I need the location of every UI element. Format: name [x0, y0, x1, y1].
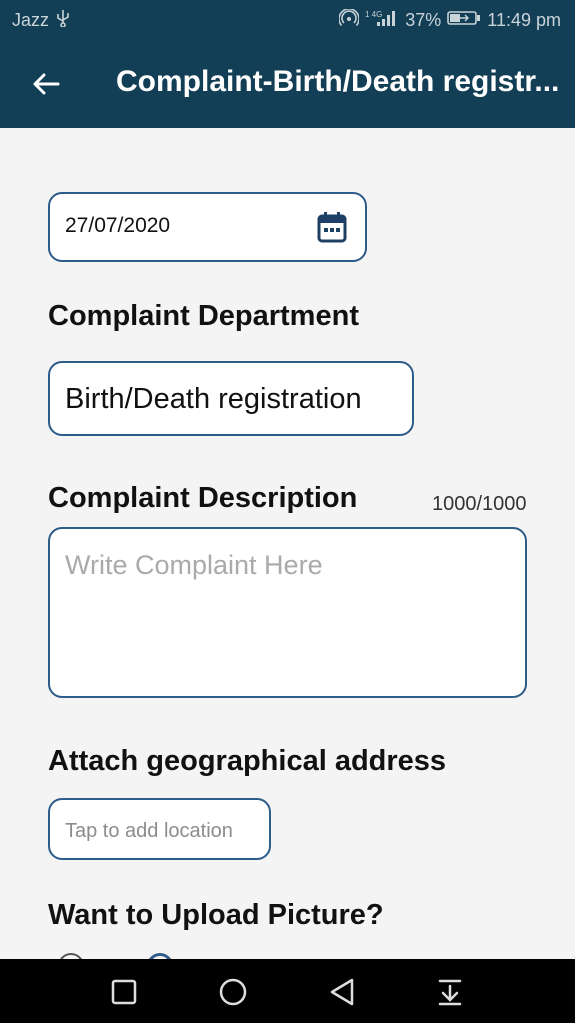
app-bar: Complaint-Birth/Death registr... — [0, 40, 575, 128]
date-picker-field[interactable]: 27/07/2020 — [48, 192, 367, 262]
arrow-left-icon — [33, 73, 60, 95]
notification-pull-button[interactable] — [433, 975, 467, 1009]
usb-icon — [55, 9, 71, 32]
system-nav-bar — [0, 959, 575, 1023]
add-location-label: Tap to add location — [65, 820, 233, 842]
description-placeholder: Write Complaint Here — [65, 550, 323, 580]
status-bar: Jazz 1 4G 37% 11:49 pm — [0, 0, 575, 40]
description-counter: 1000/1000 — [432, 493, 527, 515]
add-location-button[interactable]: Tap to add location — [48, 798, 271, 860]
svg-text:1 4G: 1 4G — [365, 10, 382, 19]
clock: 11:49 pm — [487, 10, 561, 30]
complaint-form: 27/07/2020 Complaint Department Birth/De… — [0, 128, 575, 979]
back-nav-button[interactable] — [325, 975, 359, 1009]
battery-percent: 37% — [405, 10, 442, 30]
carrier-name: Jazz — [12, 10, 50, 30]
square-icon — [111, 979, 137, 1005]
page-title: Complaint-Birth/Death registr... — [116, 65, 560, 98]
circle-icon — [219, 978, 247, 1006]
department-value: Birth/Death registration — [65, 383, 362, 415]
calendar-icon[interactable] — [317, 211, 347, 243]
recent-apps-button[interactable] — [107, 975, 141, 1009]
department-field[interactable]: Birth/Death registration — [48, 361, 414, 436]
triangle-back-icon — [330, 978, 354, 1006]
description-textarea[interactable]: Write Complaint Here — [48, 527, 527, 698]
date-value: 27/07/2020 — [65, 214, 171, 237]
pull-down-icon — [438, 979, 462, 1006]
hotspot-icon — [338, 8, 361, 32]
description-label: Complaint Description — [48, 482, 358, 514]
signal-icon: 1 4G — [365, 9, 399, 32]
status-left: Jazz — [12, 9, 71, 32]
status-right: 1 4G 37% 11:49 pm — [338, 8, 561, 32]
battery-icon — [447, 10, 481, 31]
home-button[interactable] — [216, 975, 250, 1009]
back-button[interactable] — [26, 64, 66, 104]
upload-picture-label: Want to Upload Picture? — [48, 899, 384, 931]
address-label: Attach geographical address — [48, 745, 447, 777]
department-label: Complaint Department — [48, 300, 359, 332]
